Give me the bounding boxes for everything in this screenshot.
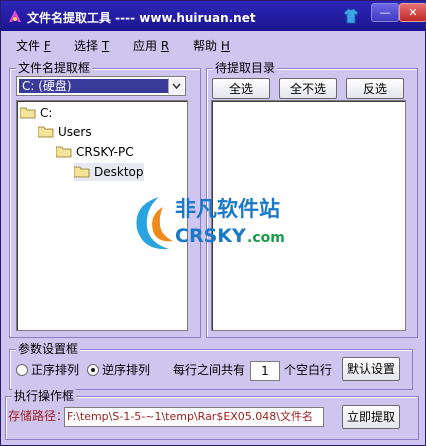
app-logo-icon [9,10,21,22]
params-group-title: 参数设置框 [16,341,81,357]
open-folder-icon [56,146,72,158]
select-all-button[interactable]: 全选 [212,78,270,99]
blank-lines-suffix: 个空白行 [284,363,333,377]
crsky-watermark-logo: 非凡软件站 CRSKY .com [129,189,309,257]
menu-file[interactable]: 文件 F [16,37,51,54]
drive-value: C: (硬盘) [19,79,168,93]
path-label: 存储路径： [8,409,69,423]
app-window: 文件名提取工具 ---- www.huiruan.net — ✕ 文件 F 选择… [0,0,426,446]
tree-label: Users [58,125,92,139]
tree-label: Desktop [94,165,144,179]
menu-bar: 文件 F 选择 T 应用 R 帮助 H [1,31,425,57]
tree-node-desktop[interactable]: Desktop [74,163,144,181]
exec-group-title: 执行操作框 [12,388,77,404]
close-button[interactable]: ✕ [399,3,426,22]
default-settings-button[interactable]: 默认设置 [342,357,400,381]
menu-select[interactable]: 选择 T [74,37,109,54]
descending-label[interactable]: 逆序排列 [102,362,150,378]
shirt-icon[interactable] [343,8,359,24]
select-none-button[interactable]: 全不选 [279,78,337,99]
tree-label: C: [40,106,53,120]
storage-path-input[interactable]: F:\temp\S-1-5-~1\temp\Rar$EX05.048\文件名 [64,407,324,427]
pending-dir-group-title: 待提取目录 [213,60,278,76]
chevron-down-icon[interactable] [168,78,184,94]
drive-dropdown[interactable]: C: (硬盘) [16,76,186,96]
minimize-button[interactable]: — [371,3,399,22]
ascending-radio[interactable] [16,364,28,376]
invert-selection-button[interactable]: 反选 [346,78,404,99]
open-folder-icon [20,107,36,119]
open-folder-icon [74,166,90,178]
ascending-label[interactable]: 正序排列 [31,362,79,378]
descending-radio[interactable] [87,364,99,376]
open-folder-icon [38,126,54,138]
menu-apply[interactable]: 应用 R [133,37,169,54]
watermark-domain: .com [247,230,285,246]
tree-label: CRSKY-PC [76,145,134,159]
title-bar[interactable]: 文件名提取工具 ---- www.huiruan.net — ✕ [1,1,426,31]
file-extract-group-title: 文件名提取框 [16,60,93,76]
watermark-cn: 非凡软件站 [175,197,280,221]
watermark-en: CRSKY [175,225,246,247]
blank-lines-input[interactable]: 1 [250,361,280,381]
blank-lines-prefix: 每行之间共有 [173,363,246,377]
menu-help[interactable]: 帮助 H [193,37,230,54]
extract-now-button[interactable]: 立即提取 [342,405,400,429]
window-title: 文件名提取工具 ---- www.huiruan.net [27,11,256,25]
